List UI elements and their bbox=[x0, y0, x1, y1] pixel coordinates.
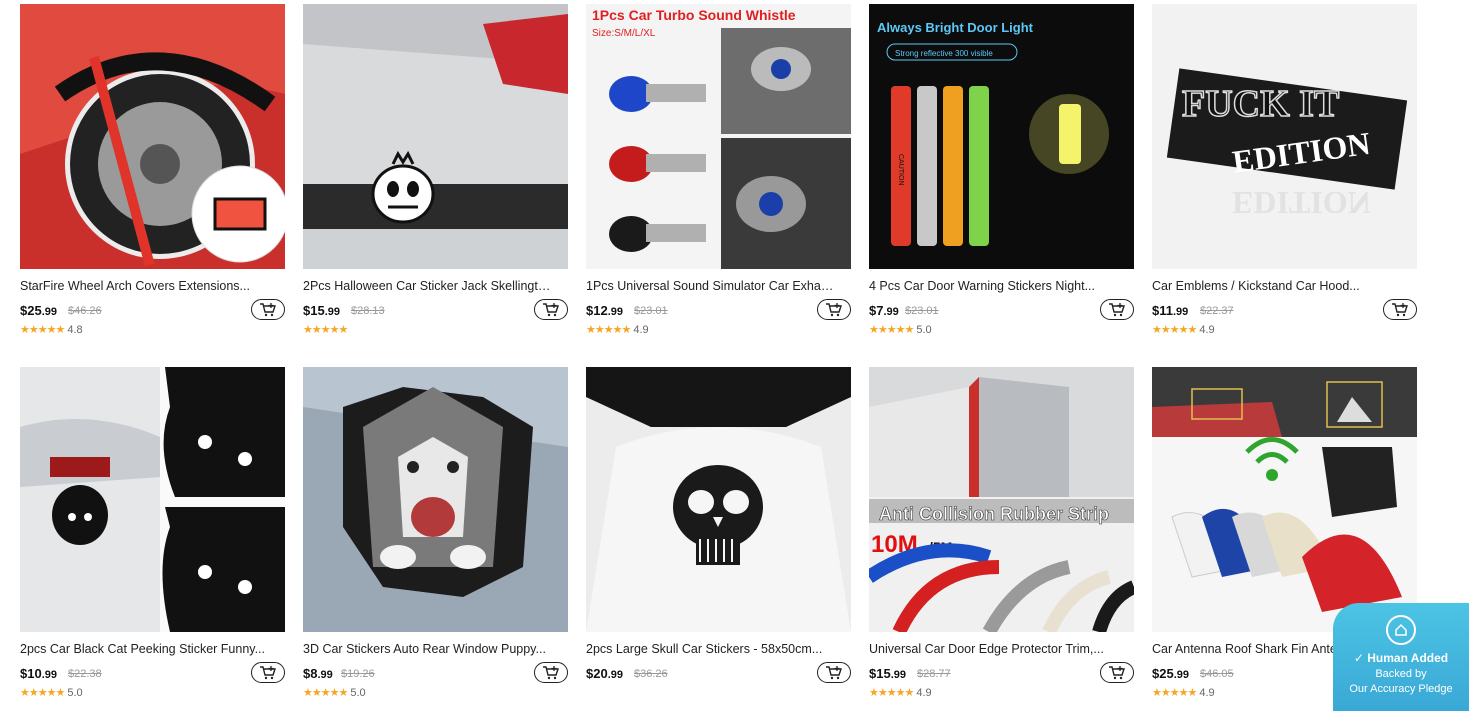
rating: ★★★★★ 5.0 bbox=[20, 687, 83, 699]
original-price: $28.77 bbox=[917, 668, 951, 680]
add-to-cart-button[interactable] bbox=[251, 299, 285, 320]
home-icon bbox=[1386, 615, 1416, 645]
product-title[interactable]: 2pcs Large Skull Car Stickers - 58x50cm.… bbox=[586, 641, 838, 657]
add-to-cart-button[interactable] bbox=[251, 662, 285, 683]
check-circle-icon: ✓ bbox=[1353, 651, 1364, 665]
add-to-cart-button[interactable] bbox=[817, 299, 851, 320]
product-price: $15.99 bbox=[303, 303, 340, 318]
product-price: $10.99 bbox=[20, 666, 57, 681]
product-title[interactable]: StarFire Wheel Arch Covers Extensions... bbox=[20, 278, 272, 294]
add-to-cart-button[interactable] bbox=[534, 662, 568, 683]
cart-plus-icon bbox=[260, 665, 276, 679]
svg-text:Size:S/M/L/XL: Size:S/M/L/XL bbox=[592, 28, 656, 39]
product-card[interactable]: 2pcs Large Skull Car Stickers - 58x50cm.… bbox=[586, 367, 851, 700]
product-image[interactable]: FUCK IT EDITION EDITION bbox=[1152, 4, 1417, 269]
product-price: $11.99 bbox=[1152, 303, 1189, 318]
badge-title: ✓ Human Added bbox=[1353, 651, 1449, 665]
original-price: $22.38 bbox=[68, 668, 102, 680]
svg-text:Anti Collision Rubber Strip: Anti Collision Rubber Strip bbox=[879, 504, 1109, 524]
svg-text:EDITION: EDITION bbox=[1232, 185, 1371, 221]
rating-stars: ★★★★★ bbox=[869, 687, 914, 699]
accuracy-pledge-badge[interactable]: ✓ Human Added Backed by Our Accuracy Ple… bbox=[1333, 603, 1469, 711]
rating: ★★★★★ 4.8 bbox=[20, 324, 83, 336]
product-price: $15.99 bbox=[869, 666, 906, 681]
rating-stars: ★★★★★ bbox=[303, 687, 348, 699]
product-title[interactable]: Universal Car Door Edge Protector Trim,.… bbox=[869, 641, 1121, 657]
add-to-cart-button[interactable] bbox=[817, 662, 851, 683]
rating: ★★★★★ 4.9 bbox=[869, 687, 932, 699]
rating: ★★★★★ 4.9 bbox=[586, 324, 649, 336]
product-image[interactable] bbox=[1152, 367, 1417, 632]
product-card[interactable]: 3D Car Stickers Auto Rear Window Puppy..… bbox=[303, 367, 568, 700]
product-title[interactable]: Car Emblems / Kickstand Car Hood... bbox=[1152, 278, 1404, 294]
svg-text:1Pcs Car Turbo Sound Whistle: 1Pcs Car Turbo Sound Whistle bbox=[592, 7, 796, 23]
product-price: $7.99 bbox=[869, 303, 899, 318]
add-to-cart-button[interactable] bbox=[1100, 662, 1134, 683]
cart-plus-icon bbox=[826, 302, 842, 316]
product-card[interactable]: 2Pcs Halloween Car Sticker Jack Skelling… bbox=[303, 4, 568, 337]
rating-stars: ★★★★★ bbox=[20, 324, 65, 336]
product-image[interactable]: Anti Collision Rubber Strip 10M /5M bbox=[869, 367, 1134, 632]
cart-plus-icon bbox=[1109, 302, 1125, 316]
rating: ★★★★★ 4.9 bbox=[1152, 324, 1215, 336]
original-price: $19.26 bbox=[341, 668, 375, 680]
add-to-cart-button[interactable] bbox=[534, 299, 568, 320]
cart-plus-icon bbox=[1392, 302, 1408, 316]
product-card[interactable]: 1Pcs Car Turbo Sound Whistle Size:S/M/L/… bbox=[586, 4, 851, 337]
original-price: $23.01 bbox=[905, 305, 939, 317]
badge-line-2: Backed by bbox=[1375, 668, 1427, 680]
product-grid: StarFire Wheel Arch Covers Extensions...… bbox=[0, 0, 1469, 711]
svg-text:FUCK IT: FUCK IT bbox=[1182, 83, 1339, 125]
original-price: $36.26 bbox=[634, 668, 668, 680]
original-price: $46.26 bbox=[68, 305, 102, 317]
product-title[interactable]: 2pcs Car Black Cat Peeking Sticker Funny… bbox=[20, 641, 272, 657]
product-price: $20.99 bbox=[586, 666, 623, 681]
product-title[interactable]: 2Pcs Halloween Car Sticker Jack Skelling… bbox=[303, 278, 555, 294]
rating: ★★★★★ 5.0 bbox=[303, 687, 366, 699]
product-card[interactable]: FUCK IT EDITION EDITION Car Emblems / Ki… bbox=[1152, 4, 1417, 337]
product-card[interactable]: 2pcs Car Black Cat Peeking Sticker Funny… bbox=[20, 367, 285, 700]
product-price: $8.99 bbox=[303, 666, 333, 681]
rating: ★★★★★ bbox=[303, 323, 568, 337]
product-image[interactable]: 1Pcs Car Turbo Sound Whistle Size:S/M/L/… bbox=[586, 4, 851, 269]
product-image[interactable] bbox=[586, 367, 851, 632]
cart-plus-icon bbox=[543, 302, 559, 316]
product-price: $25.99 bbox=[1152, 666, 1189, 681]
svg-text:Strong reflective 300 visible: Strong reflective 300 visible bbox=[895, 49, 993, 58]
product-card[interactable]: Always Bright Door Light Strong reflecti… bbox=[869, 4, 1134, 337]
product-title[interactable]: 3D Car Stickers Auto Rear Window Puppy..… bbox=[303, 641, 555, 657]
product-image[interactable] bbox=[303, 4, 568, 269]
badge-line-3: Our Accuracy Pledge bbox=[1349, 683, 1453, 695]
original-price: $28.13 bbox=[351, 305, 385, 317]
rating: ★★★★★ 5.0 bbox=[869, 324, 932, 336]
product-price: $25.99 bbox=[20, 303, 57, 318]
product-card[interactable]: StarFire Wheel Arch Covers Extensions...… bbox=[20, 4, 285, 337]
svg-text:CAUTION: CAUTION bbox=[897, 154, 904, 186]
cart-plus-icon bbox=[1109, 665, 1125, 679]
rating-stars: ★★★★★ bbox=[20, 687, 65, 699]
add-to-cart-button[interactable] bbox=[1100, 299, 1134, 320]
product-price: $12.99 bbox=[586, 303, 623, 318]
add-to-cart-button[interactable] bbox=[1383, 299, 1417, 320]
product-title[interactable]: 4 Pcs Car Door Warning Stickers Night... bbox=[869, 278, 1121, 294]
rating-stars: ★★★★★ bbox=[1152, 324, 1197, 336]
product-image[interactable] bbox=[303, 367, 568, 632]
cart-plus-icon bbox=[826, 665, 842, 679]
product-image[interactable]: Always Bright Door Light Strong reflecti… bbox=[869, 4, 1134, 269]
product-card[interactable]: Anti Collision Rubber Strip 10M /5M Univ… bbox=[869, 367, 1134, 700]
rating-stars: ★★★★★ bbox=[303, 324, 348, 336]
original-price: $22.37 bbox=[1200, 305, 1234, 317]
rating-stars: ★★★★★ bbox=[586, 324, 631, 336]
rating-stars: ★★★★★ bbox=[1152, 687, 1197, 699]
rating bbox=[586, 686, 851, 700]
cart-plus-icon bbox=[543, 665, 559, 679]
original-price: $46.05 bbox=[1200, 668, 1234, 680]
cart-plus-icon bbox=[260, 302, 276, 316]
product-image[interactable] bbox=[20, 4, 285, 269]
rating-stars: ★★★★★ bbox=[869, 324, 914, 336]
svg-text:Always Bright Door Light: Always Bright Door Light bbox=[877, 20, 1034, 35]
product-image[interactable] bbox=[20, 367, 285, 632]
original-price: $23.01 bbox=[634, 305, 668, 317]
product-title[interactable]: 1Pcs Universal Sound Simulator Car Exhau… bbox=[586, 278, 838, 294]
